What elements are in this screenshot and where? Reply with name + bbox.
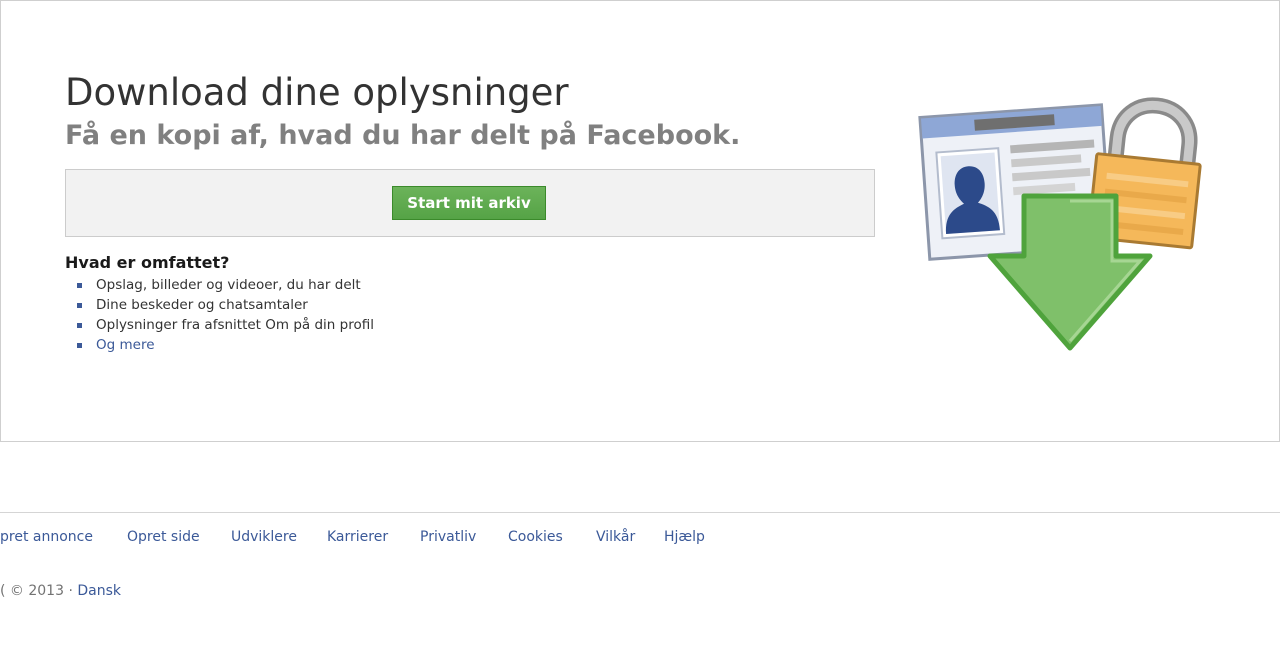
bullet-icon — [77, 323, 82, 328]
list-item-text: Opslag, billeder og videoer, du har delt — [96, 277, 361, 293]
copyright-text: ( © 2013 · — [0, 583, 73, 599]
list-item: Dine beskeder og chatsamtaler — [77, 295, 374, 315]
list-item-text: Dine beskeder og chatsamtaler — [96, 297, 308, 313]
bullet-icon — [77, 343, 82, 348]
footer-link-help[interactable]: Hjælp — [664, 529, 705, 545]
footer-link-create-page[interactable]: Opret side — [127, 529, 200, 545]
footer-link-terms[interactable]: Vilkår — [596, 529, 635, 545]
bullet-icon — [77, 303, 82, 308]
footer-link-careers[interactable]: Karrierer — [327, 529, 388, 545]
list-item: Og mere — [77, 335, 374, 355]
page-subtitle: Få en kopi af, hvad du har delt på Faceb… — [65, 120, 741, 151]
footer-divider — [0, 512, 1280, 513]
start-archive-button[interactable]: Start mit arkiv — [392, 186, 546, 220]
start-archive-box: Start mit arkiv — [65, 169, 875, 237]
page-title: Download dine oplysninger — [65, 71, 569, 114]
footer-copyright: ( © 2013 · Dansk — [0, 583, 121, 599]
included-list: Opslag, billeder og videoer, du har delt… — [77, 275, 374, 355]
download-info-panel: Download dine oplysninger Få en kopi af,… — [0, 0, 1280, 442]
more-link[interactable]: Og mere — [96, 337, 155, 353]
footer-link-privacy[interactable]: Privatliv — [420, 529, 476, 545]
list-item-text: Oplysninger fra afsnittet Om på din prof… — [96, 317, 374, 333]
download-illustration — [918, 97, 1202, 351]
footer-link-create-ad[interactable]: pret annonce — [0, 529, 93, 545]
list-item: Oplysninger fra afsnittet Om på din prof… — [77, 315, 374, 335]
footer-link-developers[interactable]: Udviklere — [231, 529, 297, 545]
footer-link-cookies[interactable]: Cookies — [508, 529, 563, 545]
list-item: Opslag, billeder og videoer, du har delt — [77, 275, 374, 295]
included-heading: Hvad er omfattet? — [65, 253, 230, 272]
bullet-icon — [77, 283, 82, 288]
language-link[interactable]: Dansk — [77, 583, 121, 599]
